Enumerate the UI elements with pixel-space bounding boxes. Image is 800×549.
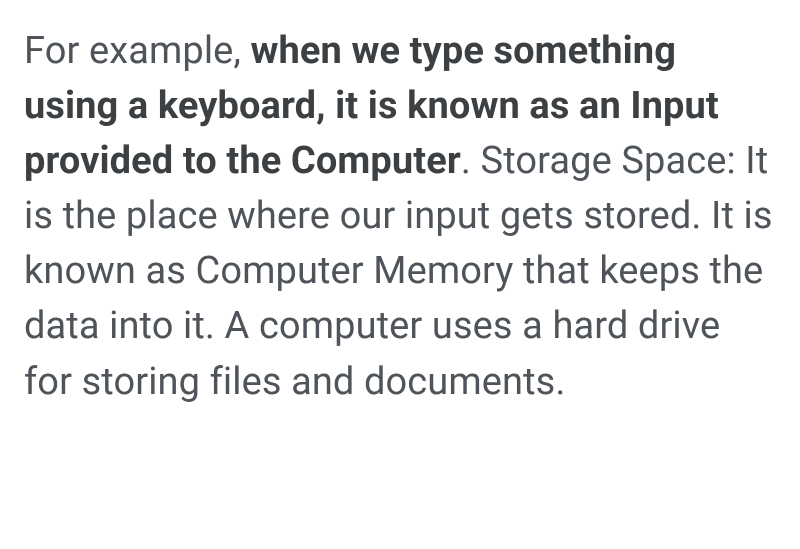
document-paragraph: For example, when we type something usin…	[24, 24, 776, 410]
lead-text: For example,	[24, 29, 251, 73]
